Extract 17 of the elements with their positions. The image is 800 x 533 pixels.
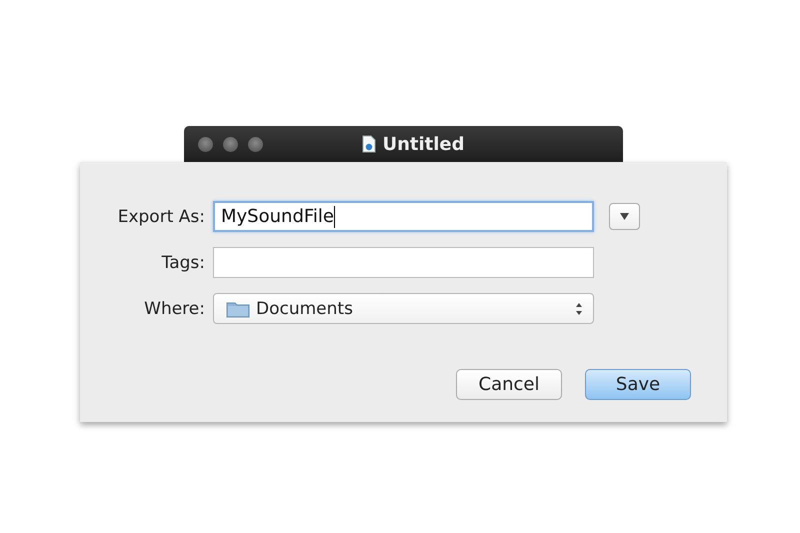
dialog-button[interactable]: Cancel: [456, 369, 562, 400]
text-field[interactable]: [213, 247, 594, 278]
expand-button[interactable]: [609, 203, 640, 230]
close-button[interactable]: [198, 136, 213, 152]
field-label: Where:: [143, 298, 205, 318]
triangle-down-icon: [620, 213, 629, 220]
text-field[interactable]: MySoundFile: [213, 201, 594, 232]
document-icon: [362, 135, 376, 153]
zoom-button[interactable]: [248, 136, 263, 152]
stepper-arrows-icon: [575, 302, 583, 316]
folder-icon: [226, 300, 250, 318]
location-popup[interactable]: Documents: [213, 293, 594, 324]
dialog-button[interactable]: Save: [585, 369, 691, 400]
field-label: Tags:: [160, 252, 205, 272]
minimize-button[interactable]: [223, 136, 238, 152]
field-label: Export As:: [116, 206, 205, 226]
window-title: Untitled: [382, 134, 465, 154]
